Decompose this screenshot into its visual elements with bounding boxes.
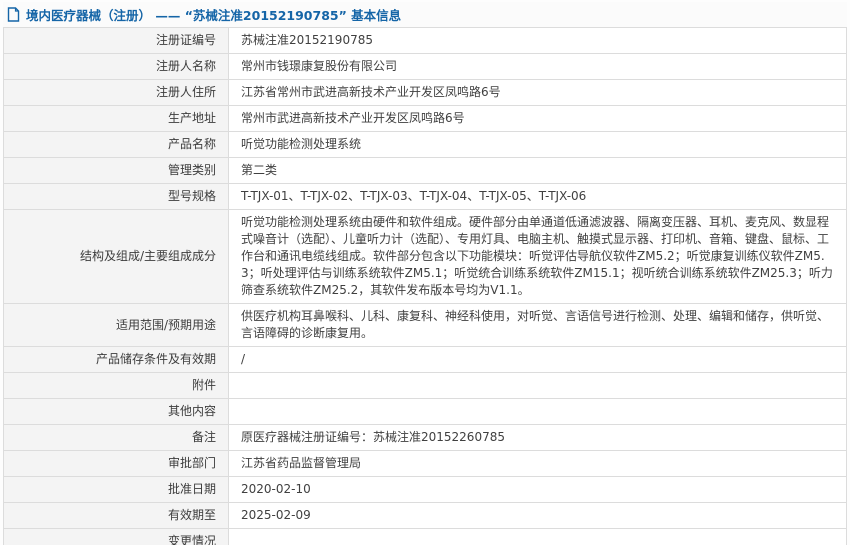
page-header: 境内医疗器械（注册） —— “苏械注准20152190785” 基本信息 bbox=[3, 2, 847, 27]
info-table: 注册证编号 苏械注准20152190785 注册人名称 常州市钱璟康复股份有限公… bbox=[3, 27, 847, 545]
page-title: 境内医疗器械（注册） —— “苏械注准20152190785” 基本信息 bbox=[26, 8, 402, 23]
field-value-management-class: 第二类 bbox=[228, 157, 847, 184]
field-label-management-class: 管理类别 bbox=[3, 157, 229, 184]
field-label-attachment: 附件 bbox=[3, 372, 229, 399]
table-row: 其他内容 bbox=[3, 398, 847, 425]
field-label-storage-validity: 产品储存条件及有效期 bbox=[3, 346, 229, 373]
field-value-registrant-address: 江苏省常州市武进高新技术产业开发区凤鸣路6号 bbox=[228, 79, 847, 106]
field-label-registrant-name: 注册人名称 bbox=[3, 53, 229, 80]
field-value-valid-until: 2025-02-09 bbox=[228, 502, 847, 529]
field-label-remarks: 备注 bbox=[3, 424, 229, 451]
field-label-change-status: 变更情况 bbox=[3, 528, 229, 545]
field-label-registrant-address: 注册人住所 bbox=[3, 79, 229, 106]
field-label-approval-date: 批准日期 bbox=[3, 476, 229, 503]
table-row: 生产地址 常州市武进高新技术产业开发区凤鸣路6号 bbox=[3, 105, 847, 132]
table-row: 结构及组成/主要组成成分 听觉功能检测处理系统由硬件和软件组成。硬件部分由单通道… bbox=[3, 209, 847, 304]
field-value-product-name: 听觉功能检测处理系统 bbox=[228, 131, 847, 158]
field-value-model-spec: T-TJX-01、T-TJX-02、T-TJX-03、T-TJX-04、T-TJ… bbox=[228, 183, 847, 210]
table-row: 管理类别 第二类 bbox=[3, 157, 847, 184]
table-row: 附件 bbox=[3, 372, 847, 399]
field-label-production-address: 生产地址 bbox=[3, 105, 229, 132]
field-value-approval-department: 江苏省药品监督管理局 bbox=[228, 450, 847, 477]
field-value-change-status bbox=[228, 528, 847, 545]
field-label-reg-cert-no: 注册证编号 bbox=[3, 27, 229, 54]
field-label-other-content: 其他内容 bbox=[3, 398, 229, 425]
table-row: 备注 原医疗器械注册证编号：苏械注准20152260785 bbox=[3, 424, 847, 451]
field-value-reg-cert-no: 苏械注准20152190785 bbox=[228, 27, 847, 54]
table-row: 型号规格 T-TJX-01、T-TJX-02、T-TJX-03、T-TJX-04… bbox=[3, 183, 847, 210]
field-value-storage-validity: / bbox=[228, 346, 847, 373]
table-row: 产品储存条件及有效期 / bbox=[3, 346, 847, 373]
field-label-product-name: 产品名称 bbox=[3, 131, 229, 158]
field-value-production-address: 常州市武进高新技术产业开发区凤鸣路6号 bbox=[228, 105, 847, 132]
table-row: 适用范围/预期用途 供医疗机构耳鼻喉科、儿科、康复科、神经科使用，对听觉、言语信… bbox=[3, 303, 847, 347]
field-label-valid-until: 有效期至 bbox=[3, 502, 229, 529]
table-row: 批准日期 2020-02-10 bbox=[3, 476, 847, 503]
table-row: 注册证编号 苏械注准20152190785 bbox=[3, 27, 847, 54]
page: 境内医疗器械（注册） —— “苏械注准20152190785” 基本信息 注册证… bbox=[0, 0, 850, 545]
field-value-registrant-name: 常州市钱璟康复股份有限公司 bbox=[228, 53, 847, 80]
table-row: 注册人住所 江苏省常州市武进高新技术产业开发区凤鸣路6号 bbox=[3, 79, 847, 106]
field-value-approval-date: 2020-02-10 bbox=[228, 476, 847, 503]
field-label-intended-use: 适用范围/预期用途 bbox=[3, 303, 229, 347]
table-row: 注册人名称 常州市钱璟康复股份有限公司 bbox=[3, 53, 847, 80]
field-label-structure-composition: 结构及组成/主要组成成分 bbox=[3, 209, 229, 304]
field-value-other-content bbox=[228, 398, 847, 425]
table-row: 产品名称 听觉功能检测处理系统 bbox=[3, 131, 847, 158]
table-row: 审批部门 江苏省药品监督管理局 bbox=[3, 450, 847, 477]
document-icon bbox=[7, 7, 20, 22]
field-value-structure-composition: 听觉功能检测处理系统由硬件和软件组成。硬件部分由单通道低通滤波器、隔离变压器、耳… bbox=[228, 209, 847, 304]
field-value-intended-use: 供医疗机构耳鼻喉科、儿科、康复科、神经科使用，对听觉、言语信号进行检测、处理、编… bbox=[228, 303, 847, 347]
field-value-remarks: 原医疗器械注册证编号：苏械注准20152260785 bbox=[228, 424, 847, 451]
table-row: 有效期至 2025-02-09 bbox=[3, 502, 847, 529]
field-value-attachment bbox=[228, 372, 847, 399]
field-label-model-spec: 型号规格 bbox=[3, 183, 229, 210]
field-label-approval-department: 审批部门 bbox=[3, 450, 229, 477]
table-row: 变更情况 bbox=[3, 528, 847, 545]
